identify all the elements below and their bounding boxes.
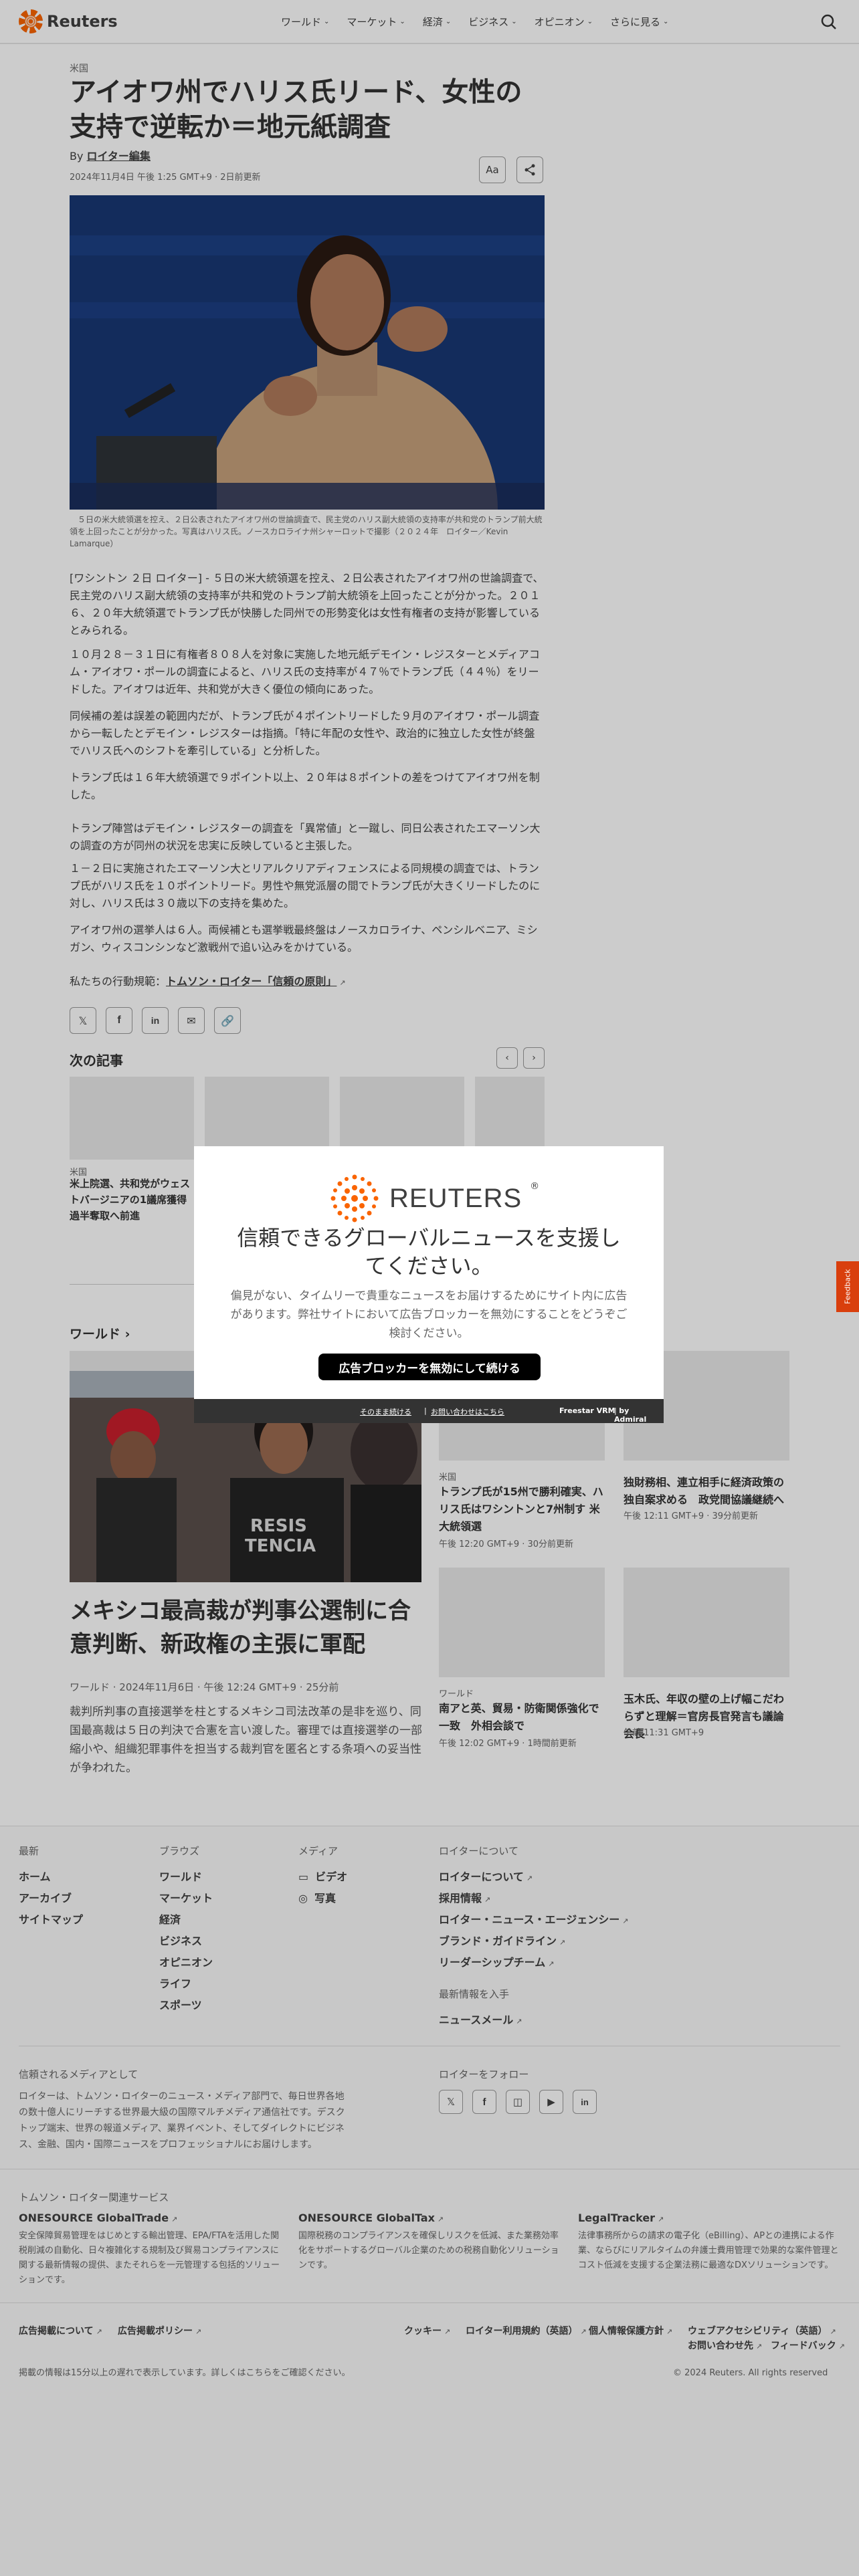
disable-adblock-button[interactable]: 広告ブロッカーを無効にして続ける [318, 1354, 541, 1380]
separator: | [424, 1406, 427, 1415]
modal-footer-bar: そのまま続ける | お問い合わせはこちら Freestar VRM | by A… [194, 1399, 664, 1424]
continue-link[interactable]: そのまま続ける [360, 1406, 411, 1417]
adblock-modal: REUTERS ® 信頼できるグローバルニュースを支援してください。 偏見がない、… [194, 1146, 664, 1424]
feedback-tab[interactable]: Feedback [836, 1261, 859, 1312]
reuters-logo-icon [330, 1174, 379, 1222]
registered-mark: ® [530, 1181, 540, 1192]
modal-brand-text: REUTERS [389, 1183, 522, 1213]
modal-headline: 信頼できるグローバルニュースを支援してください。 [237, 1225, 621, 1279]
modal-brand: REUTERS ® [328, 1172, 539, 1225]
contact-link[interactable]: お問い合わせはこちら [431, 1406, 504, 1417]
modal-text: 偏見がない、タイムリーで貴重なニュースをお届けするためにサイト内に広告があります… [230, 1289, 628, 1340]
freestar-label: Freestar VRM [559, 1406, 615, 1415]
admiral-label: | by Admiral [614, 1406, 647, 1424]
page: Reuters ワールド ⌄ マーケット ⌄ 経済 ⌄ ビジネス ⌄ オピニオン ⌄ さら… [0, 0, 859, 2576]
admiral-text: by Admiral [614, 1406, 647, 1424]
